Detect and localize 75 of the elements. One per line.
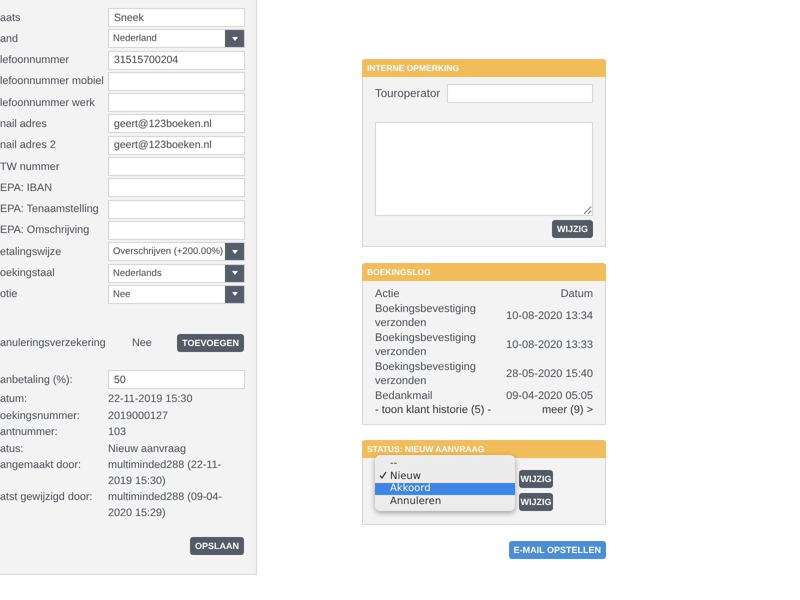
field-label: aats (0, 12, 22, 24)
field-value: Nieuw aanvraag (108, 442, 188, 457)
input-field[interactable] (108, 93, 245, 112)
input-field[interactable] (108, 157, 245, 176)
field-label: anuleringsverzekering (0, 336, 107, 349)
edit-button[interactable]: WIJZIG (519, 470, 553, 488)
input-field[interactable]: Sneek (108, 8, 245, 27)
menu-item[interactable]: Nieuw (375, 470, 515, 482)
field-label: atst gewijzigd door: (0, 490, 94, 506)
table-cell: 10-08-2020 13:34 (506, 308, 593, 324)
field-label: TW nummer (0, 160, 60, 173)
field-label: anbetaling (%): (0, 374, 74, 386)
panel-header: STATUS: NIEUW AANVRAAG (362, 440, 606, 458)
field-label: lefoonnummer werk (0, 96, 96, 109)
field-label: etalingswijze (0, 246, 62, 258)
field-label: otie (0, 288, 18, 300)
caret-icon (225, 243, 244, 260)
dropdown[interactable]: Nee (108, 284, 245, 304)
field-label: angemaakt door: (0, 458, 82, 474)
caret-icon (225, 30, 244, 48)
input-field[interactable] (108, 200, 245, 219)
input-field[interactable] (108, 72, 245, 91)
input-field[interactable]: geert@123boeken.nl (108, 114, 245, 134)
field-value: 2019000127 (108, 408, 170, 424)
field-value: multiminded288 (22-11-2019 15:30) (108, 458, 222, 489)
table-cell: 10-08-2020 13:33 (506, 338, 593, 352)
more-link[interactable]: meer (9) > (542, 403, 593, 418)
caret-icon (225, 264, 244, 282)
field-label: atus: (0, 442, 24, 457)
field-label: EPA: IBAN (0, 182, 54, 194)
field-value: multiminded288 (09-04-2020 15:29) (108, 490, 224, 521)
field-value: 22-11-2019 15:30 (108, 392, 194, 408)
table-cell: 09-04-2020 05:05 (506, 388, 593, 403)
edit-button[interactable]: WIJZIG (552, 220, 593, 238)
add-button[interactable]: TOEVOEGEN (177, 334, 244, 352)
input-field[interactable]: 31515700204 (108, 50, 245, 70)
edit-button[interactable]: WIJZIG (519, 492, 553, 510)
table-cell-text: Boekingsbevestiging verzonden (375, 302, 477, 330)
menu-item[interactable]: Akkoord (375, 482, 515, 495)
note-textarea[interactable] (375, 122, 593, 216)
input-field[interactable]: geert@123boeken.nl (108, 136, 245, 155)
input-field[interactable] (108, 178, 245, 198)
field-label: lefoonnummer (0, 54, 70, 66)
field-label: antnummer: (0, 425, 59, 440)
field-label: Touroperator (375, 88, 442, 100)
menu-item[interactable]: -- (375, 458, 515, 470)
field-value: 103 (108, 425, 128, 440)
dropdown[interactable]: Overschrijven (+200.00%) (108, 242, 245, 262)
field-label: lefoonnummer mobiel (0, 75, 105, 88)
history-link[interactable]: - toon klant historie (5) - (375, 403, 492, 418)
panel-header: BOEKINGSLOG (362, 263, 606, 281)
input-field[interactable] (108, 220, 245, 240)
field-label: oekingsnummer: (0, 408, 81, 424)
column-header: Actie (375, 287, 400, 302)
menu-item[interactable]: Annuleren (375, 495, 515, 508)
field-label: oekingstaal (0, 267, 56, 280)
field-label: nail adres 2 (0, 139, 57, 152)
table-cell: 28-05-2020 15:40 (506, 366, 593, 382)
column-header: Datum (560, 287, 593, 302)
panel-header: INTERNE OPMERKING (362, 59, 606, 77)
field-label: nail adres (0, 118, 48, 130)
field-label: EPA: Omschrijving (0, 224, 90, 236)
input-field[interactable]: 50 (108, 370, 245, 390)
table-cell-text: Boekingsbevestiging verzonden (375, 330, 477, 360)
caret-icon (225, 286, 244, 303)
dropdown[interactable]: Nederland (108, 29, 245, 48)
field-value: Nee (132, 336, 153, 349)
table-cell-text: Boekingsbevestiging verzonden (375, 360, 477, 388)
table-cell-text: Bedankmail (375, 388, 434, 403)
field-label: EPA: Tenaamstelling (0, 203, 100, 216)
save-button[interactable]: OPSLAAN (190, 537, 244, 556)
dropdown[interactable]: Nederlands (108, 264, 245, 283)
field-label: and (0, 32, 20, 45)
input-field[interactable] (447, 84, 593, 103)
field-label: atum: (0, 392, 28, 408)
